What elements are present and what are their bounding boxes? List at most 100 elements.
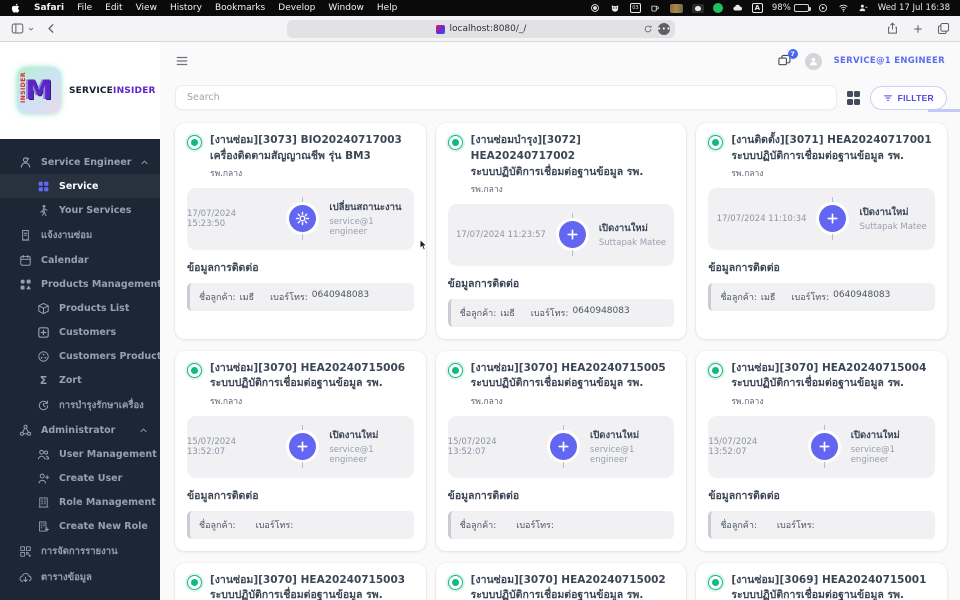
job-card[interactable]: [งานซ่อม][3070] HEA20240715002 ระบบปฏิบั… [435, 562, 687, 600]
sidebar-item-service-engineer[interactable]: Service Engineer [0, 150, 160, 174]
job-org: รพ.กลาง [731, 396, 764, 407]
fast-user-switch-icon[interactable] [858, 3, 869, 14]
job-card[interactable]: [งานซ่อม][3070] HEA20240715003 ระบบปฏิบั… [175, 562, 426, 600]
phone-number: 0640948083 [572, 305, 630, 316]
menubar-menu-safari[interactable]: Safari [34, 3, 64, 13]
gear-icon[interactable] [289, 205, 317, 233]
site-favicon [435, 24, 445, 34]
calendar-status-icon[interactable]: 03 [629, 3, 641, 13]
phone-label: เบอร์โทร: [776, 520, 815, 531]
job-event-panel: 17/07/2024 11:23:57 เปิดงานใหม่ Suttapak… [447, 203, 675, 266]
customer-name: เมธี [500, 308, 515, 319]
apple-logo-icon[interactable] [10, 3, 21, 14]
battery-indicator[interactable]: 98% [772, 3, 811, 13]
job-subtitle: ระบบปฏิบัติการเชื่อมต่อฐานข้อมูล รพ. [470, 589, 644, 600]
menubar-menu-file[interactable]: File [77, 3, 92, 13]
notification-icon[interactable]: 7 [777, 49, 798, 68]
share-icon[interactable] [886, 22, 899, 35]
plus-icon[interactable] [550, 433, 578, 461]
sidebar-item-products-list[interactable]: Products List [0, 296, 160, 320]
sidebar-item-แจ้งงานซ่อม[interactable]: แจ้งงานซ่อม [0, 222, 160, 248]
sidebar-item-calendar[interactable]: Calendar [0, 248, 160, 272]
extension-more-icon[interactable]: ••• [657, 23, 670, 35]
building-icon [37, 496, 50, 509]
sidebar-item-customers[interactable]: Customers [0, 320, 160, 344]
sidebar-item-การจัดการรายงาน[interactable]: การจัดการรายงาน [0, 538, 160, 564]
sidebar-item-ตารางข้อมูล[interactable]: ตารางข้อมูล [0, 564, 160, 590]
phone-label: เบอร์โทร: [530, 308, 569, 319]
coffee-icon[interactable] [650, 3, 661, 14]
sidebar-item-create-new-role[interactable]: Create New Role [0, 514, 160, 538]
app-cat-icon[interactable] [610, 3, 621, 14]
event-actor: service@1 engineer [329, 217, 374, 238]
status-open-icon [187, 135, 202, 150]
menubar-menu-help[interactable]: Help [377, 3, 398, 13]
menubar-menu-window[interactable]: Window [328, 3, 364, 13]
job-card[interactable]: [งานซ่อม][3073] BIO20240717003 เครื่องติ… [175, 123, 426, 339]
menubar-menu-history[interactable]: History [170, 3, 202, 13]
box-icon [37, 302, 50, 315]
sidebar-item-create-user[interactable]: Create User [0, 466, 160, 490]
sidebar-item-customers-products[interactable]: Customers Products [0, 344, 167, 368]
job-card[interactable]: [งานซ่อม][3070] HEA20240715005 ระบบปฏิบั… [435, 350, 687, 551]
sidebar-item-products-management[interactable]: Products Management [0, 272, 179, 296]
user-plus-icon [37, 472, 50, 485]
job-event-panel: 15/07/2024 13:52:07 เปิดงานใหม่ service@… [447, 415, 675, 478]
brand-logo[interactable]: INSIDER M SERVICEINSIDER [0, 42, 160, 139]
plus-icon[interactable] [558, 221, 586, 249]
job-org: รพ.กลาง [210, 396, 243, 407]
network-icon [19, 424, 32, 437]
user-name[interactable]: SERVICE@1 ENGINEER [834, 56, 945, 66]
hamburger-menu-icon[interactable] [175, 54, 189, 68]
tab-overview-icon[interactable] [937, 22, 950, 35]
sidebar-item-service[interactable]: Service [0, 174, 160, 198]
brand-name: SERVICEINSIDER [69, 85, 156, 96]
sidebar-item-administrator[interactable]: Administrator [0, 418, 160, 442]
cloud-icon[interactable] [732, 3, 743, 14]
menubar-menu-develop[interactable]: Develop [278, 3, 315, 13]
job-card[interactable]: [งานซ่อมบำรุง][3072] HEA20240717002 ระบบ… [435, 123, 687, 339]
address-bar[interactable]: localhost:8080/_/ ••• [287, 20, 675, 38]
search-input[interactable] [175, 85, 837, 110]
job-card-grid: [งานซ่อม][3073] BIO20240717003 เครื่องติ… [160, 110, 960, 600]
phone-label: เบอร์โทร: [516, 520, 554, 531]
sidebar-item-การบำรุงรักษาเครื่อง[interactable]: การบำรุงรักษาเครื่อง [0, 392, 160, 418]
play-circle-icon[interactable] [818, 3, 829, 14]
plus-icon[interactable] [810, 433, 838, 461]
status-open-icon [708, 362, 724, 378]
reload-icon[interactable] [643, 24, 653, 34]
new-tab-icon[interactable] [912, 23, 924, 35]
menubar-menu-view[interactable]: View [136, 3, 157, 13]
line-app-icon[interactable] [712, 3, 723, 13]
wifi-icon[interactable] [838, 3, 849, 14]
menubar-menu-bookmarks[interactable]: Bookmarks [215, 3, 265, 13]
app-thumbnail[interactable] [691, 3, 704, 13]
plus-icon[interactable] [819, 205, 847, 233]
menubar-menu-edit[interactable]: Edit [105, 3, 122, 13]
filter-button[interactable]: FILLTER [869, 85, 947, 110]
sidebar-item-your-services[interactable]: Your Services [0, 198, 160, 222]
scroll-indicator[interactable] [928, 109, 960, 112]
job-card[interactable]: [งานซ่อม][3070] HEA20240715006 ระบบปฏิบั… [175, 350, 426, 551]
menubar-clock[interactable]: Wed 17 Jul 16:38 [878, 3, 950, 13]
job-timestamp: 17/07/2024 11:23:57 [455, 229, 546, 240]
back-button[interactable] [45, 22, 58, 35]
status-open-icon [708, 574, 724, 590]
job-card[interactable]: [งานติดตั้ง][3071] HEA20240717001 ระบบปฏ… [696, 123, 947, 339]
input-source-icon[interactable]: A [751, 3, 763, 13]
sidebar-item-user-management[interactable]: User Management [0, 442, 160, 466]
job-card[interactable]: [งานซ่อม][3069] HEA20240715001 ระบบปฏิบั… [696, 562, 947, 600]
engineer-icon [19, 156, 32, 169]
grid-view-icon[interactable] [846, 91, 861, 105]
plus-icon[interactable] [289, 433, 317, 461]
sidebar-item-zort[interactable]: Σ Zort [0, 368, 160, 392]
job-subtitle: ระบบปฏิบัติการเชื่อมต่อฐานข้อมูล รพ. [210, 377, 383, 390]
job-card[interactable]: [งานซ่อม][3070] HEA20240715004 ระบบปฏิบั… [696, 350, 947, 551]
status-open-icon [187, 362, 202, 378]
sidebar-item-role-management[interactable]: Role Management [0, 490, 160, 514]
record-icon[interactable] [590, 3, 601, 14]
avatar[interactable] [804, 52, 822, 70]
screenshot-thumbnail[interactable] [669, 3, 683, 13]
sidebar-toggle-icon[interactable] [10, 22, 35, 35]
job-org: รพ.กลาง [210, 168, 243, 179]
